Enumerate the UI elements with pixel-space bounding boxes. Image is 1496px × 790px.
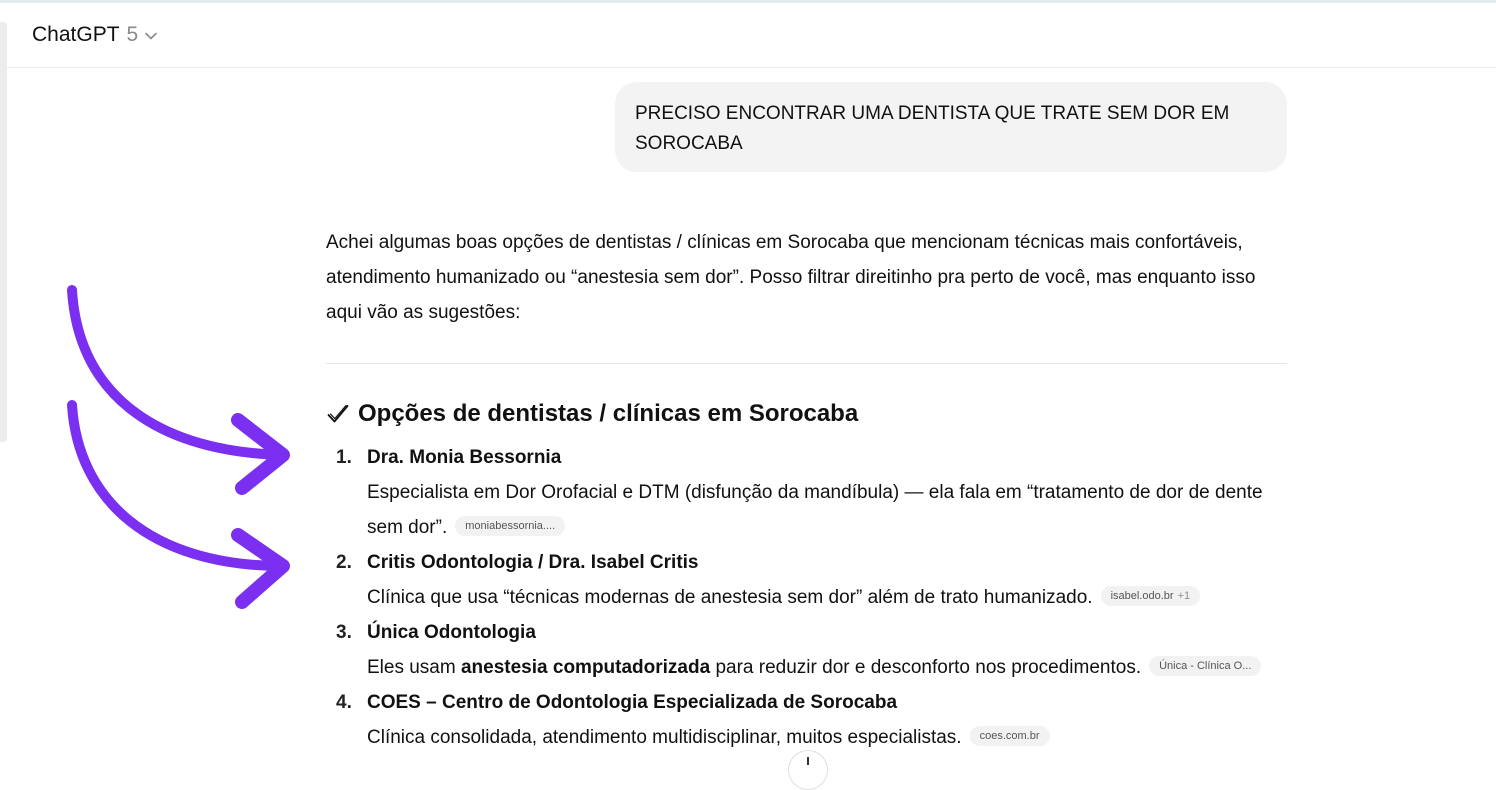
curved-arrow-icon	[67, 400, 290, 609]
clinic-name: Única Odontologia	[367, 622, 536, 643]
source-label: Única - Clínica O...	[1159, 659, 1252, 672]
list-number: 4.	[336, 692, 352, 713]
section-heading: Opções de dentistas / clínicas em Soroca…	[326, 400, 858, 428]
clinic-name: Critis Odontologia / Dra. Isabel Critis	[367, 552, 699, 573]
list-item: 3. Única Odontologia Eles usam anestesia…	[326, 615, 1286, 685]
description-text: Clínica que usa “técnicas modernas de an…	[367, 587, 1093, 608]
description-text: Eles usam	[367, 657, 461, 678]
model-version: 5	[126, 23, 139, 46]
source-label: isabel.odo.br	[1110, 589, 1174, 602]
list-item: 1. Dra. Monia Bessornia Especialista em …	[326, 440, 1286, 545]
list-number: 1.	[336, 447, 352, 468]
model-selector[interactable]: ChatGPT 5	[32, 23, 158, 47]
source-chip[interactable]: isabel.odo.br +1	[1100, 585, 1201, 606]
user-message: PRECISO ENCONTRAR UMA DENTISTA QUE TRATE…	[615, 82, 1287, 172]
sidebar-edge[interactable]	[0, 22, 7, 442]
clinic-list: 1. Dra. Monia Bessornia Especialista em …	[326, 440, 1286, 755]
source-label: coes.com.br	[979, 729, 1040, 742]
list-item: 4. COES – Centro de Odontologia Especial…	[326, 685, 1286, 755]
source-chip[interactable]: coes.com.br	[969, 725, 1050, 746]
description-emphasis: anestesia computadorizada	[460, 657, 711, 678]
description-text-end: para reduzir dor e desconforto nos proce…	[710, 657, 1142, 678]
clinic-description: Especialista em Dor Orofacial e DTM (dis…	[367, 475, 1286, 545]
curved-arrow-icon	[67, 285, 290, 495]
section-title: Opções de dentistas / clínicas em Soroca…	[358, 400, 859, 427]
list-number: 2.	[336, 552, 352, 573]
source-chip[interactable]: moniabessornia....	[455, 515, 566, 536]
clinic-description: Eles usam anestesia computadorizada para…	[367, 650, 1286, 685]
divider	[326, 363, 1287, 364]
check-icon	[327, 404, 349, 423]
chevron-down-icon	[145, 32, 158, 40]
list-item: 2. Critis Odontologia / Dra. Isabel Crit…	[326, 545, 1286, 615]
description-text: Clínica consolidada, atendimento multidi…	[367, 727, 962, 748]
arrow-down-icon	[807, 757, 809, 765]
top-bar: ChatGPT 5	[0, 3, 1496, 68]
clinic-description: Clínica consolidada, atendimento multidi…	[367, 720, 1286, 755]
scroll-down-button[interactable]	[788, 750, 828, 790]
source-label: moniabessornia....	[465, 519, 556, 532]
source-chip[interactable]: Única - Clínica O...	[1149, 655, 1262, 676]
source-extra-count: +1	[1177, 589, 1191, 602]
clinic-description: Clínica que usa “técnicas modernas de an…	[367, 580, 1286, 615]
list-number: 3.	[336, 622, 352, 643]
model-name: ChatGPT	[32, 23, 120, 46]
clinic-name: COES – Centro de Odontologia Especializa…	[367, 692, 898, 713]
assistant-intro: Achei algumas boas opções de dentistas /…	[326, 232, 1256, 323]
clinic-name: Dra. Monia Bessornia	[367, 447, 562, 468]
